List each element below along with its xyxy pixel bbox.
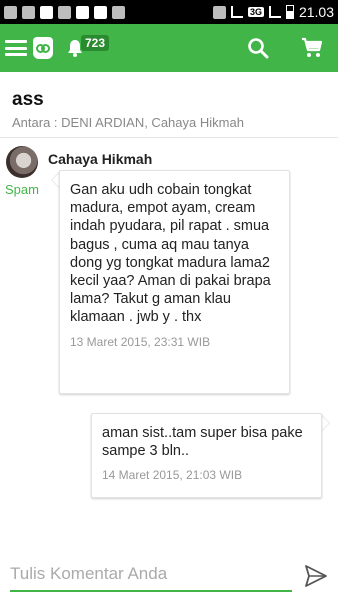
message-timestamp: 14 Maret 2015, 21:03 WIB [102, 468, 243, 483]
cart-icon[interactable] [300, 36, 324, 60]
status-system-icons: 3G 21.03 [212, 4, 334, 20]
app-logo-icon[interactable] [33, 37, 53, 59]
message-bubble-received: Gan aku udh cobain tongkat madura, empot… [59, 170, 290, 394]
notification-icon [22, 5, 35, 19]
network-type: 3G [247, 7, 264, 17]
notification-count-badge: 723 [81, 35, 110, 51]
message-author[interactable]: Cahaya Hikmah [48, 151, 152, 167]
clock: 21.03 [298, 4, 334, 20]
message-text: aman sist..tam super bisa pake sampe 3 b… [102, 425, 303, 460]
status-bar: 3G 21.03 [0, 0, 338, 24]
usb-icon [112, 5, 125, 19]
signal-icon [230, 6, 243, 18]
thread-participants: Antara : DENI ARDIAN, Cahaya Hikmah [12, 115, 244, 130]
thread-header: ass Antara : DENI ARDIAN, Cahaya Hikmah [0, 72, 338, 138]
app-bar: 723 [0, 24, 338, 72]
comment-composer [0, 552, 338, 600]
message-timestamp: 13 Maret 2015, 23:31 WIB [70, 334, 211, 349]
menu-icon[interactable] [5, 40, 27, 56]
notification-icon [40, 5, 53, 19]
mute-icon [212, 5, 226, 19]
status-notification-icons [4, 5, 125, 19]
signal-icon [268, 6, 281, 18]
search-icon[interactable] [246, 36, 270, 60]
battery-icon [285, 5, 294, 19]
notification-icon [94, 5, 107, 19]
spam-button[interactable]: Spam [5, 182, 39, 197]
message-text: Gan aku udh cobain tongkat madura, empot… [70, 182, 271, 326]
avatar[interactable] [6, 146, 38, 178]
notification-icon [4, 5, 17, 19]
thread-title: ass [12, 89, 44, 110]
send-icon[interactable] [303, 563, 329, 589]
message-bubble-sent: aman sist..tam super bisa pake sampe 3 b… [91, 413, 322, 498]
bubble-tail [321, 415, 329, 431]
comment-input[interactable] [10, 560, 292, 592]
notification-icon [76, 5, 89, 19]
notification-button[interactable]: 723 [67, 35, 110, 59]
notification-icon [58, 5, 71, 19]
